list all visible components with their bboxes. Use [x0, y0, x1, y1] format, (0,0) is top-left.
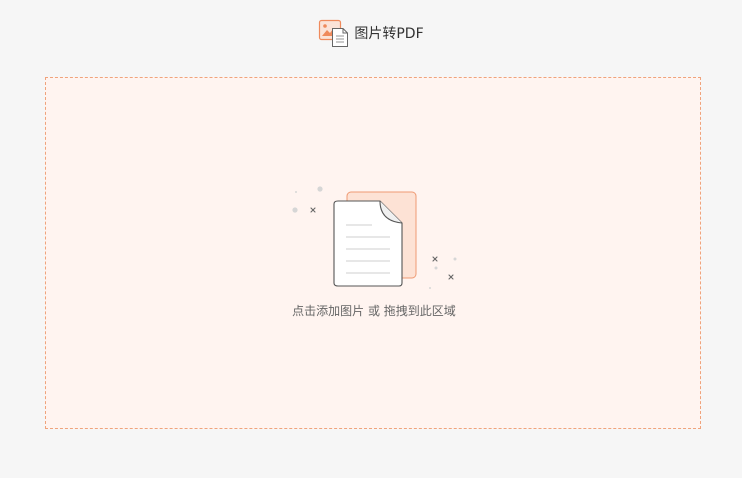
- title-group: 图片转PDF: [318, 18, 424, 48]
- document-upload-icon[interactable]: [288, 182, 468, 298]
- image-to-pdf-window: 图片转PDF 点击添加图片 或 拖拽到此区域: [0, 0, 742, 478]
- image-drop-zone[interactable]: 点击添加图片 或 拖拽到此区域: [45, 77, 701, 429]
- drop-hint-text[interactable]: 点击添加图片 或 拖拽到此区域: [46, 302, 702, 319]
- app-title: 图片转PDF: [354, 26, 424, 42]
- image-to-pdf-icon: [318, 18, 350, 48]
- title-bar: 图片转PDF: [0, 18, 742, 48]
